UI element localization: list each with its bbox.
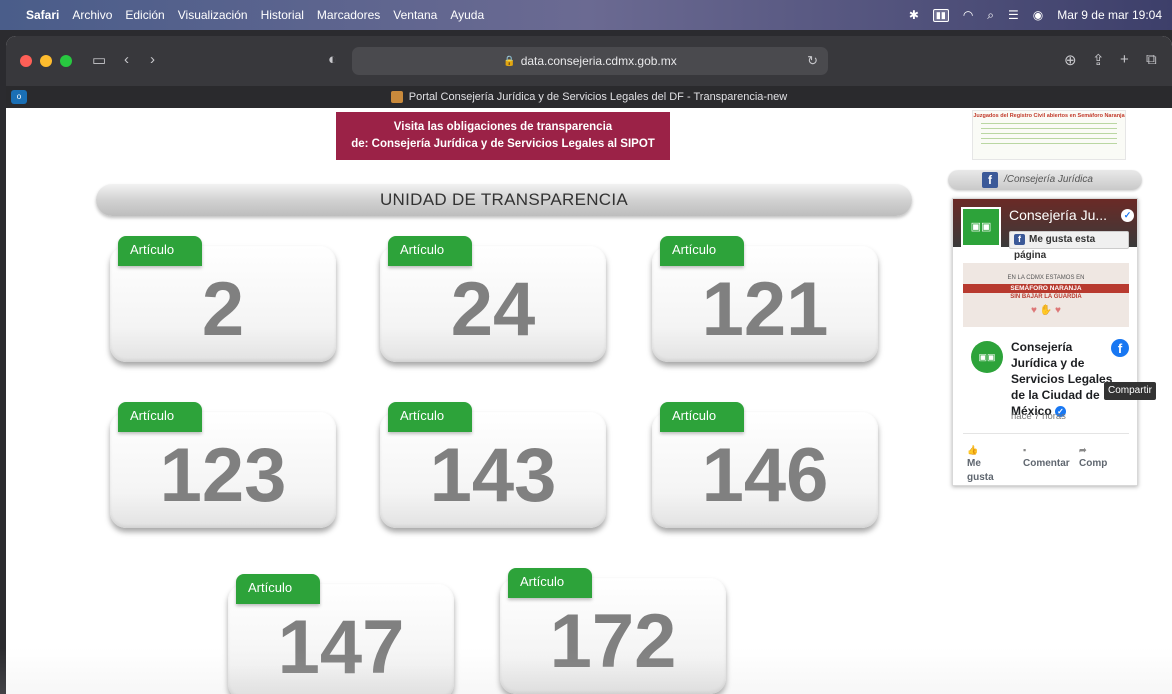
hands-icon: ♥ ✋ ♥ — [1031, 305, 1061, 316]
article-card-146[interactable]: Artículo 146 — [652, 402, 878, 528]
like-page-button[interactable]: f Me gusta esta página — [1009, 231, 1129, 261]
like-post-label: Me gusta — [967, 458, 994, 483]
sipot-banner-line1: Visita las obligaciones de transparencia — [393, 121, 613, 133]
article-number: 121 — [701, 267, 829, 352]
minimize-window-button[interactable] — [40, 55, 52, 67]
url-text: data.consejeria.cdmx.gob.mx — [520, 54, 677, 68]
article-card-123[interactable]: Artículo 123 — [110, 402, 336, 528]
registro-civil-thumbnail[interactable]: Juzgados del Registro Civil abiertos en … — [972, 110, 1126, 160]
article-card-147[interactable]: Artículo 147 — [228, 574, 454, 694]
verified-badge-icon: ✓ — [1121, 209, 1134, 222]
article-number: 123 — [159, 433, 287, 518]
article-card-143[interactable]: Artículo 143 — [380, 402, 606, 528]
menu-visualizacion[interactable]: Visualización — [178, 8, 248, 22]
close-window-button[interactable] — [20, 55, 32, 67]
sipot-banner-line2: de: Consejería Jurídica y de Servicios L… — [351, 138, 655, 150]
reload-icon[interactable]: ↻ — [807, 53, 818, 69]
thumbs-up-icon: 👍 — [967, 445, 979, 455]
menu-bar: Safari Archivo Edición Visualización His… — [0, 0, 1172, 30]
article-number: 172 — [549, 599, 677, 684]
menu-safari[interactable]: Safari — [26, 8, 59, 22]
facebook-page-widget: ▣▣ Consejería Ju... ✓ f Me gusta esta pág… — [952, 198, 1138, 486]
window-controls — [20, 55, 72, 67]
page-content: Visita las obligaciones de transparencia… — [6, 108, 1172, 694]
menu-bar-status: ✱ ▮▮ ◠ ⌕ ☰ ◉ Mar 9 de mar 19:04 — [909, 0, 1162, 30]
new-tab-icon[interactable]: + — [1120, 51, 1129, 68]
menu-ayuda[interactable]: Ayuda — [450, 8, 484, 22]
page-logo[interactable]: ▣▣ — [961, 207, 1001, 247]
post-image[interactable]: EN LA CDMX ESTAMOS EN SEMÁFORO NARANJA S… — [963, 263, 1129, 327]
article-number: 24 — [450, 267, 536, 352]
facebook-link-pill[interactable]: f /Consejería Jurídica — [948, 170, 1142, 190]
post-author-name[interactable]: Consejería Jurídica y de Servicios Legal… — [1011, 339, 1121, 419]
back-icon[interactable]: ‹ — [124, 51, 129, 68]
address-bar[interactable]: 🔒 data.consejeria.cdmx.gob.mx ↻ — [352, 47, 828, 75]
article-card-24[interactable]: Artículo 24 — [380, 236, 606, 362]
share-tooltip: Compartir — [1104, 382, 1156, 400]
share-button[interactable]: ➦ Comp — [1079, 443, 1107, 471]
like-post-button[interactable]: 👍 Me gusta — [967, 443, 1003, 485]
section-title: UNIDAD DE TRANSPARENCIA — [96, 184, 912, 216]
facebook-icon: f — [982, 172, 998, 188]
zoom-window-button[interactable] — [60, 55, 72, 67]
outlook-favicon-icon[interactable]: o — [11, 90, 27, 104]
like-page-label: Me gusta esta página — [1014, 234, 1096, 261]
post-image-line1: EN LA CDMX ESTAMOS EN — [1007, 275, 1085, 281]
menu-archivo[interactable]: Archivo — [72, 8, 112, 22]
control-center-icon[interactable]: ☰ — [1008, 8, 1019, 22]
article-card-121[interactable]: Artículo 121 — [652, 236, 878, 362]
tab-bar: o Portal Consejería Jurídica y de Servic… — [6, 86, 1172, 108]
share-icon[interactable]: ⇪ — [1092, 51, 1105, 69]
facebook-pill-label: /Consejería Jurídica — [1004, 174, 1093, 185]
post-timestamp[interactable]: hace 7 horas — [1011, 411, 1066, 422]
lock-icon: 🔒 — [503, 55, 516, 67]
facebook-logo-icon[interactable]: f — [1111, 339, 1129, 357]
article-card-172[interactable]: Artículo 172 — [500, 568, 726, 694]
article-number: 2 — [201, 267, 245, 352]
sipot-banner-link[interactable]: Visita las obligaciones de transparencia… — [336, 112, 670, 160]
sidebar-toggle-icon[interactable]: ▭ — [92, 51, 106, 69]
article-card-2[interactable]: Artículo 2 — [110, 236, 336, 362]
forward-icon[interactable]: › — [150, 51, 155, 68]
article-number: 147 — [277, 605, 405, 690]
tab-title[interactable]: Portal Consejería Jurídica y de Servicio… — [409, 91, 787, 103]
thumbnail-title: Juzgados del Registro Civil abiertos en … — [973, 113, 1125, 119]
menu-bar-clock[interactable]: Mar 9 de mar 19:04 — [1057, 8, 1162, 22]
menu-marcadores[interactable]: Marcadores — [317, 8, 380, 22]
article-number: 146 — [701, 433, 829, 518]
siri-icon[interactable]: ◉ — [1033, 8, 1043, 22]
comment-button[interactable]: ▪ Comentar — [1023, 443, 1070, 471]
battery-icon[interactable]: ▮▮ — [932, 8, 949, 22]
comment-label: Comentar — [1023, 458, 1070, 469]
article-number: 143 — [429, 433, 557, 518]
tab-overview-icon[interactable]: ⧉ — [1146, 51, 1157, 68]
downloads-icon[interactable]: ⊕ — [1064, 51, 1077, 69]
spotlight-search-icon[interactable]: ⌕ — [987, 8, 994, 23]
bluetooth-icon[interactable]: ✱ — [909, 8, 919, 22]
comment-icon: ▪ — [1023, 445, 1027, 455]
post-image-line2: SEMÁFORO NARANJA — [963, 284, 1129, 293]
safari-window: ▭ ‹ › ◐ 🔒 data.consejeria.cdmx.gob.mx ↻ … — [6, 36, 1172, 694]
post-image-line3: SIN BAJAR LA GUARDIA — [1010, 294, 1082, 300]
facebook-icon: f — [1014, 234, 1025, 245]
share-label: Comp — [1079, 458, 1108, 469]
facebook-page-name[interactable]: Consejería Ju... — [1009, 207, 1107, 223]
menu-ventana[interactable]: Ventana — [393, 8, 437, 22]
share-arrow-icon: ➦ — [1079, 445, 1087, 455]
menu-historial[interactable]: Historial — [261, 8, 304, 22]
menu-edicion[interactable]: Edición — [125, 8, 164, 22]
post-author-avatar[interactable]: ▣▣ — [971, 341, 1003, 373]
browser-toolbar: ▭ ‹ › ◐ 🔒 data.consejeria.cdmx.gob.mx ↻ … — [6, 36, 1172, 86]
divider — [963, 433, 1129, 434]
thumbnail-text-lines — [981, 123, 1117, 147]
wifi-icon[interactable]: ◠ — [963, 8, 973, 22]
privacy-shield-icon[interactable]: ◐ — [328, 51, 337, 68]
site-favicon-icon — [390, 91, 403, 103]
